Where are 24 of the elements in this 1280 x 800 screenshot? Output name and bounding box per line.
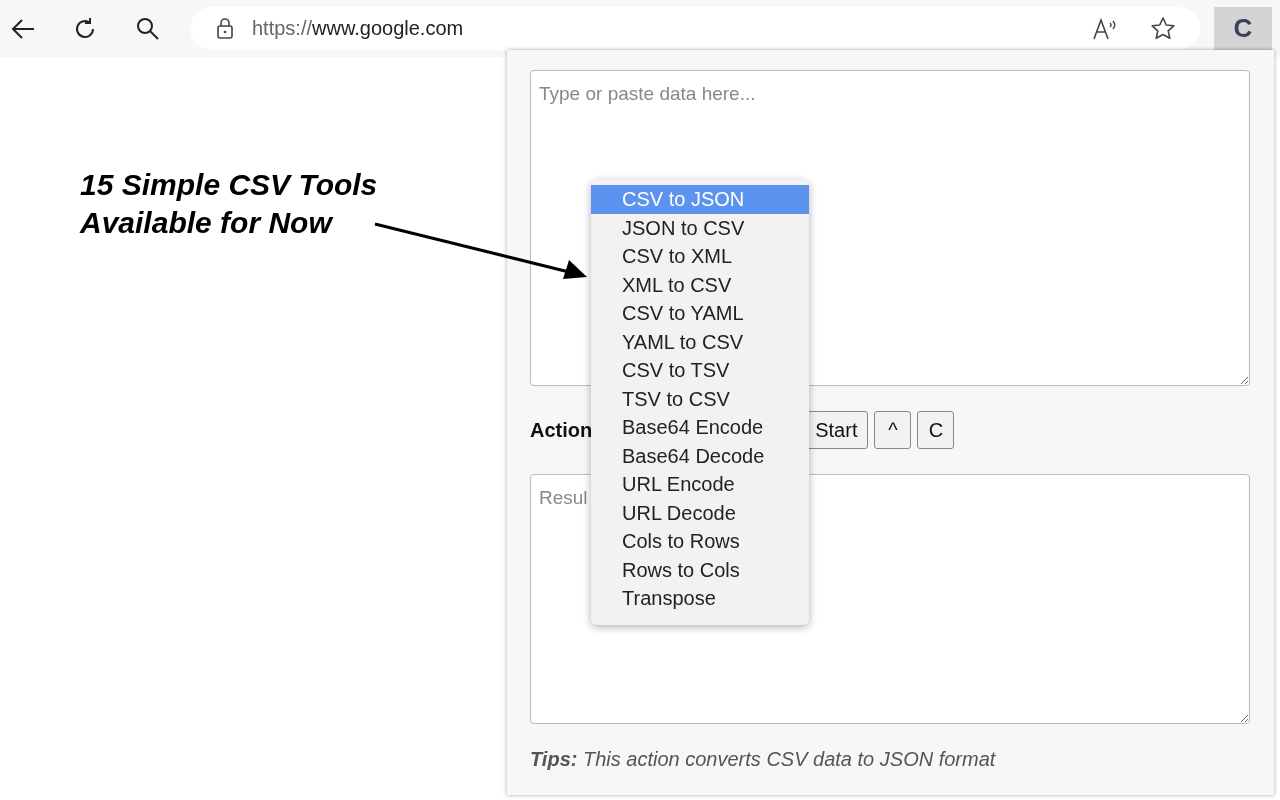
tips-text: Tips: This action converts CSV data to JSON format [530,748,997,771]
dropdown-option[interactable]: TSV to CSV [591,384,809,413]
actions-label: Action [530,418,593,442]
search-icon[interactable] [136,16,160,41]
lock-icon [216,17,234,40]
dropdown-option[interactable]: Transpose [591,584,809,613]
dropdown-option[interactable]: Cols to Rows [591,527,809,556]
dropdown-option[interactable]: CSV to XML [591,242,809,271]
read-aloud-icon[interactable] [1092,16,1118,41]
dropdown-option[interactable]: XML to CSV [591,270,809,299]
url-text: https://www.google.com [252,17,464,40]
dropdown-option[interactable]: Rows to Cols [591,555,809,584]
dropdown-option[interactable]: YAML to CSV [591,327,809,356]
star-icon[interactable] [1150,15,1176,42]
dropdown-option[interactable]: JSON to CSV [591,213,809,242]
dropdown-option[interactable]: CSV to TSV [591,356,809,385]
extension-button[interactable]: C [1214,6,1272,51]
back-icon[interactable] [10,17,36,40]
action-button[interactable]: ^ [874,411,912,449]
address-bar[interactable]: https://www.google.com [190,7,1200,50]
annotation-text: 15 Simple CSV Tools Available for Now [80,167,378,241]
action-button[interactable]: C [917,411,955,449]
dropdown-option[interactable]: CSV to YAML [591,299,809,328]
dropdown-option[interactable]: URL Decode [591,498,809,527]
